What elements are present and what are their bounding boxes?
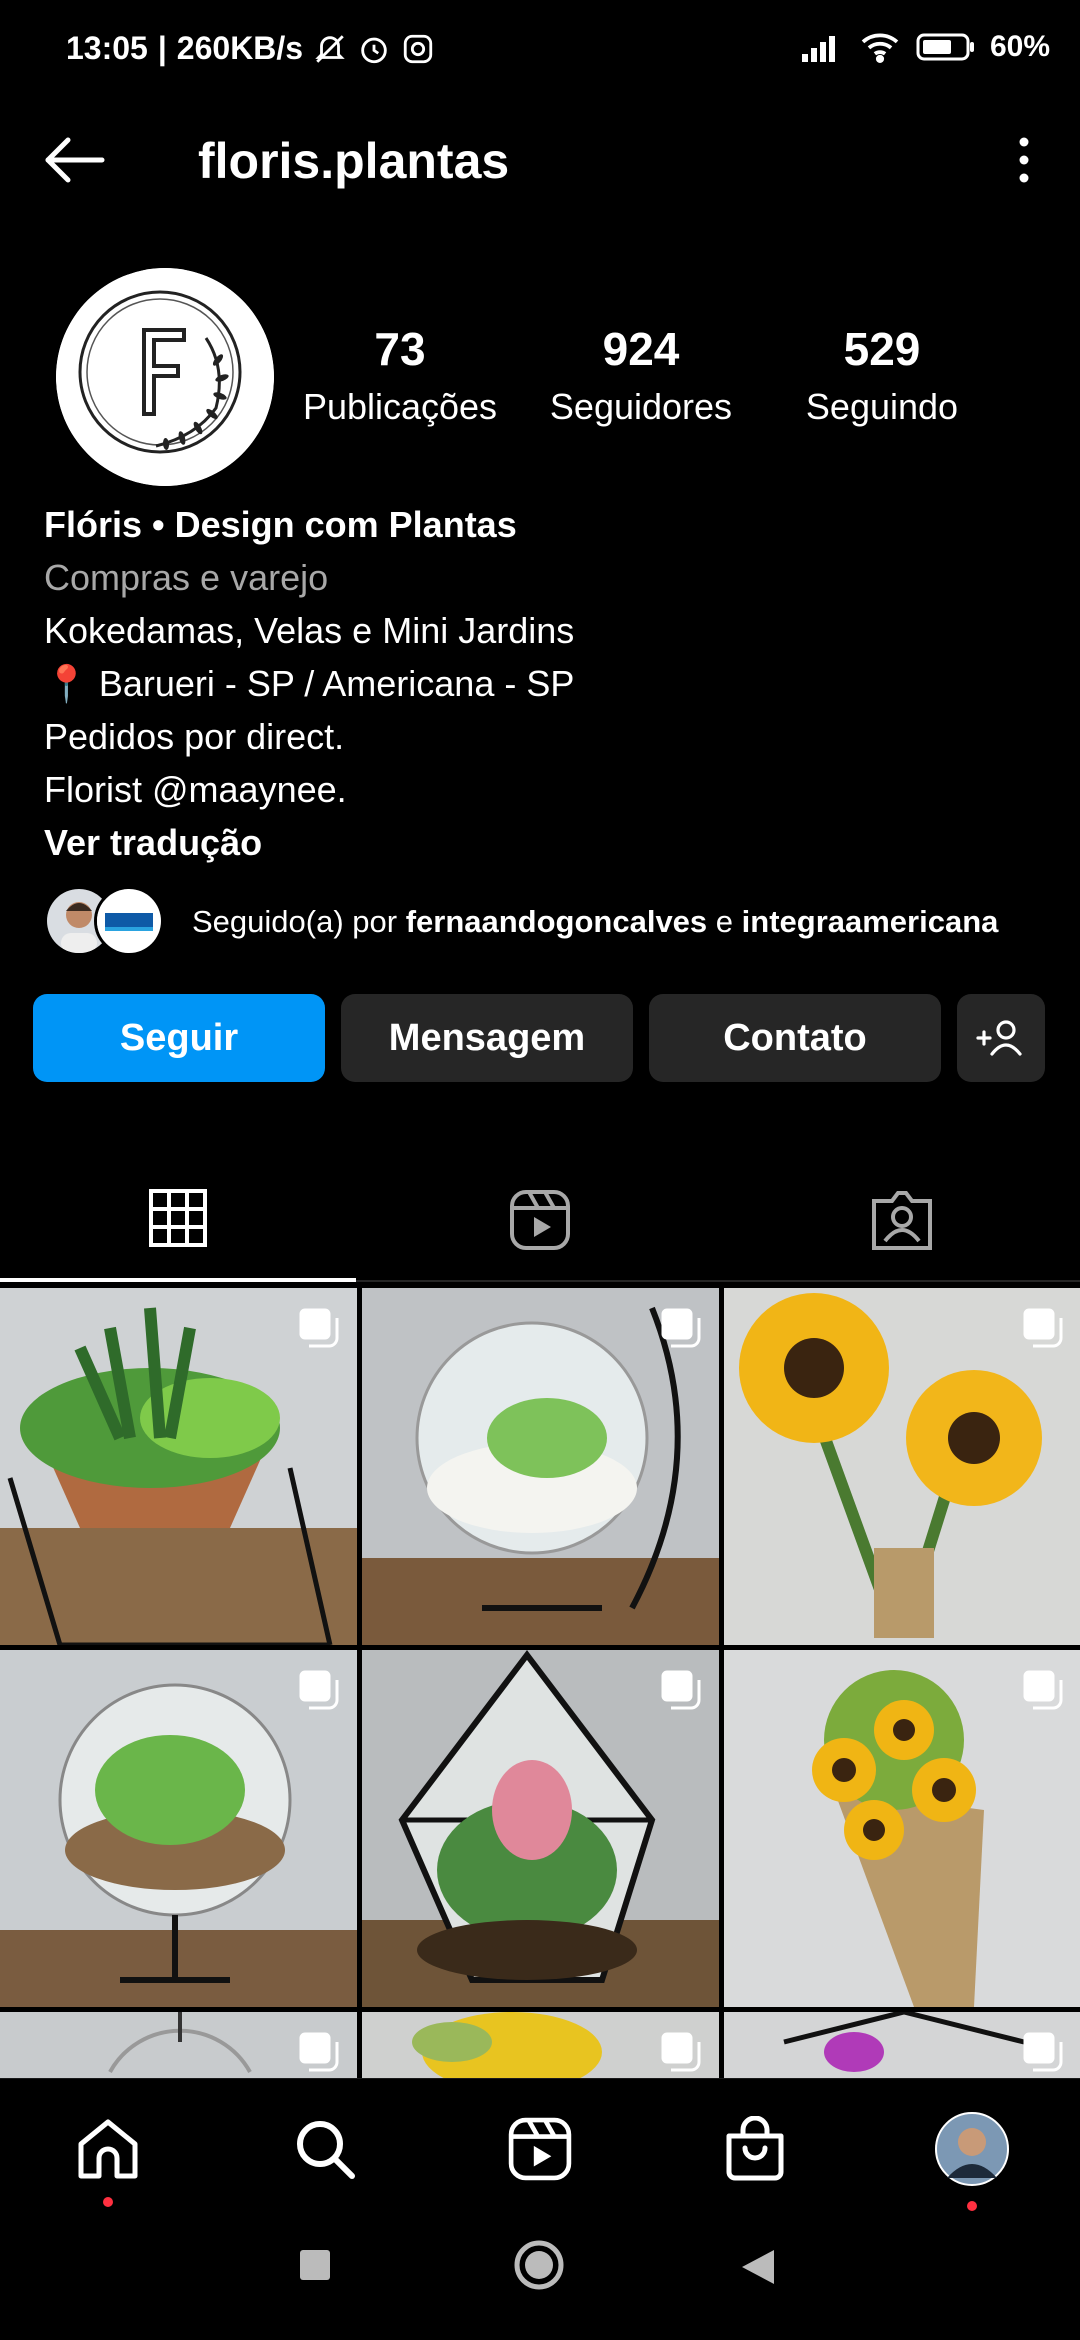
circle-icon bbox=[514, 2240, 564, 2290]
post-thumbnail[interactable] bbox=[0, 1288, 357, 1645]
see-translation-link[interactable]: Ver tradução bbox=[44, 816, 1044, 869]
mutual-user-1[interactable]: fernaandogoncalves bbox=[406, 904, 707, 939]
nav-shop[interactable] bbox=[715, 2109, 795, 2189]
add-person-icon bbox=[976, 1020, 1022, 1056]
post-thumbnail[interactable] bbox=[0, 1650, 357, 2007]
carousel-icon bbox=[1023, 1670, 1063, 1710]
carousel-icon bbox=[661, 2032, 701, 2072]
carousel-icon bbox=[1023, 2032, 1063, 2072]
profile-header: floris.plantas bbox=[0, 110, 1080, 210]
message-button[interactable]: Mensagem bbox=[341, 994, 633, 1082]
back-button[interactable] bbox=[40, 132, 110, 188]
post-thumbnail[interactable] bbox=[362, 1650, 719, 2007]
mutual-avatars bbox=[44, 886, 174, 958]
recent-apps-button[interactable] bbox=[298, 2248, 332, 2287]
tab-reels[interactable] bbox=[362, 1158, 718, 1282]
more-vertical-icon bbox=[1019, 137, 1029, 183]
profile-name: Flóris • Design com Plantas bbox=[44, 504, 517, 545]
carousel-icon bbox=[299, 2032, 339, 2072]
status-speed: 260KB/s bbox=[176, 30, 304, 66]
nav-home[interactable] bbox=[68, 2109, 148, 2207]
followed-by-text: Seguido(a) por fernaandogoncalves e inte… bbox=[192, 904, 999, 939]
more-options-button[interactable] bbox=[1004, 130, 1044, 190]
nav-profile[interactable] bbox=[932, 2109, 1012, 2211]
status-bar: 13:05 | 260KB/s 60% bbox=[0, 0, 1080, 100]
stat-following[interactable]: 529 Seguindo bbox=[762, 322, 1002, 428]
carousel-icon bbox=[661, 1308, 701, 1348]
search-icon bbox=[297, 2121, 355, 2179]
avatar bbox=[935, 2112, 1009, 2186]
follow-button[interactable]: Seguir bbox=[33, 994, 325, 1082]
home-system-button[interactable] bbox=[512, 2238, 566, 2297]
bottom-navigation bbox=[0, 2078, 1080, 2214]
carousel-icon bbox=[1023, 1308, 1063, 1348]
post-thumbnail[interactable] bbox=[362, 2012, 719, 2078]
post-thumbnail[interactable] bbox=[724, 1288, 1080, 1645]
status-left: 13:05 | 260KB/s bbox=[66, 30, 435, 67]
contact-button[interactable]: Contato bbox=[649, 994, 941, 1082]
back-system-button[interactable] bbox=[740, 2248, 776, 2291]
stat-followers[interactable]: 924 Seguidores bbox=[521, 322, 761, 428]
profile-category[interactable]: Compras e varejo bbox=[44, 551, 1044, 604]
profile-bio: Flóris • Design com Plantas Compras e va… bbox=[44, 498, 1044, 869]
bio-line: Kokedamas, Velas e Mini Jardins bbox=[44, 610, 575, 651]
bio-line[interactable]: Florist @maaynee. bbox=[44, 763, 1044, 816]
notification-dot bbox=[967, 2201, 977, 2211]
post-thumbnail[interactable] bbox=[724, 1650, 1080, 2007]
avatar bbox=[94, 886, 164, 956]
triangle-back-icon bbox=[742, 2250, 774, 2284]
bio-line: 📍 Barueri - SP / Americana - SP bbox=[44, 663, 575, 704]
alarm-icon bbox=[361, 37, 387, 63]
nav-reels[interactable] bbox=[500, 2109, 580, 2189]
shopping-bag-icon bbox=[726, 2116, 784, 2181]
post-thumbnail[interactable] bbox=[362, 1288, 719, 1645]
battery-level: 60% bbox=[989, 30, 1050, 63]
stat-posts-value: 73 bbox=[374, 323, 426, 375]
post-thumbnail[interactable] bbox=[0, 2012, 357, 2078]
followed-by-row[interactable]: Seguido(a) por fernaandogoncalves e inte… bbox=[44, 886, 1054, 958]
brand-logo bbox=[56, 268, 274, 486]
grid-icon bbox=[149, 1189, 207, 1247]
carousel-icon bbox=[299, 1670, 339, 1710]
reels-icon bbox=[510, 1190, 570, 1250]
profile-tabs bbox=[0, 1158, 1080, 1282]
page-title: floris.plantas bbox=[198, 133, 510, 189]
home-icon bbox=[78, 2119, 138, 2179]
wifi-icon bbox=[861, 33, 899, 63]
stat-posts[interactable]: 73 Publicações bbox=[280, 322, 520, 428]
status-right: 60% bbox=[800, 30, 1050, 64]
stat-followers-label: Seguidores bbox=[549, 386, 733, 427]
instagram-icon bbox=[403, 34, 433, 63]
arrow-left-icon bbox=[45, 137, 105, 183]
post-thumbnail[interactable] bbox=[724, 2012, 1080, 2078]
battery-icon bbox=[916, 33, 974, 61]
bio-line: Pedidos por direct. bbox=[44, 716, 345, 757]
status-time: 13:05 bbox=[66, 30, 148, 66]
profile-stats: 73 Publicações 924 Seguidores 529 Seguin… bbox=[303, 322, 1025, 442]
suggest-people-button[interactable] bbox=[957, 994, 1045, 1082]
carousel-icon bbox=[299, 1308, 339, 1348]
carousel-icon bbox=[661, 1670, 701, 1710]
tagged-user-icon bbox=[872, 1191, 932, 1250]
mute-icon bbox=[315, 34, 345, 63]
reels-icon bbox=[508, 2117, 572, 2181]
system-navigation bbox=[0, 2214, 1080, 2340]
notification-dot bbox=[103, 2197, 113, 2207]
stat-followers-value: 924 bbox=[602, 323, 680, 375]
stat-following-label: Seguindo bbox=[805, 386, 959, 427]
profile-avatar[interactable] bbox=[56, 268, 274, 486]
signal-icon bbox=[801, 36, 835, 62]
tab-posts-grid[interactable] bbox=[0, 1158, 356, 1282]
square-icon bbox=[300, 2250, 330, 2280]
nav-search[interactable] bbox=[285, 2109, 365, 2189]
mutual-user-2[interactable]: integraamericana bbox=[742, 904, 999, 939]
stat-following-value: 529 bbox=[843, 323, 921, 375]
stat-posts-label: Publicações bbox=[302, 386, 498, 427]
posts-grid bbox=[0, 1288, 1080, 2078]
tab-tagged[interactable] bbox=[724, 1158, 1080, 1282]
